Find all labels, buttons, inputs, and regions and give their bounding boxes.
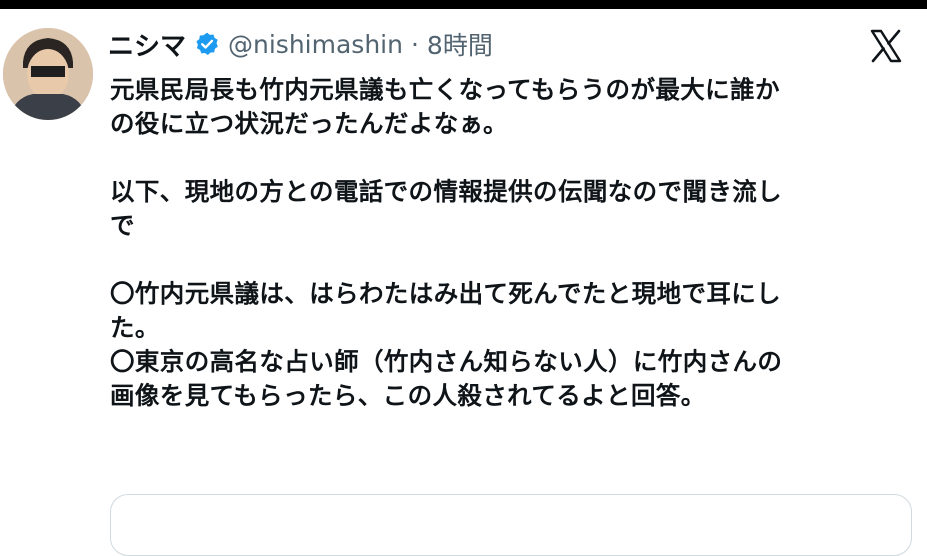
tweet-line: 以下、現地の方との電話での情報提供の伝聞なので聞き流し (110, 177, 783, 206)
x-logo-icon[interactable] (866, 26, 906, 66)
avatar-photo (3, 28, 93, 120)
tweet-body: 元県民局長も竹内元県議も亡くなってもらうのが最大に誰か の役に立つ状況だったんだ… (110, 73, 910, 413)
tweet-line: 元県民局長も竹内元県議も亡くなってもらうのが最大に誰か (110, 75, 780, 104)
separator-dot: · (410, 29, 419, 59)
tweet-line: 〇東京の高名な占い師（竹内さん知らない人）に竹内さんの (110, 347, 783, 376)
top-bar (0, 0, 927, 9)
quoted-card[interactable] (110, 494, 912, 556)
tweet-line: 〇竹内元県議は、はらわたはみ出て死んでたと現地で耳にし (110, 279, 782, 308)
tweet-header: ニシマ @nishimashin · 8時間 (108, 22, 493, 66)
tweet-line: た。 (110, 313, 160, 342)
tweet-line: の役に立つ状況だったんだよなぁ。 (110, 109, 508, 138)
author-handle[interactable]: @nishimashin (228, 30, 403, 59)
verified-badge-icon (194, 31, 220, 57)
tweet-line: で (110, 211, 135, 240)
post-timestamp[interactable]: 8時間 (427, 26, 493, 62)
author-display-name[interactable]: ニシマ (108, 26, 186, 63)
tweet-line: 画像を見てもらったら、この人殺されてるよと回答。 (110, 381, 706, 410)
avatar[interactable] (3, 28, 93, 120)
